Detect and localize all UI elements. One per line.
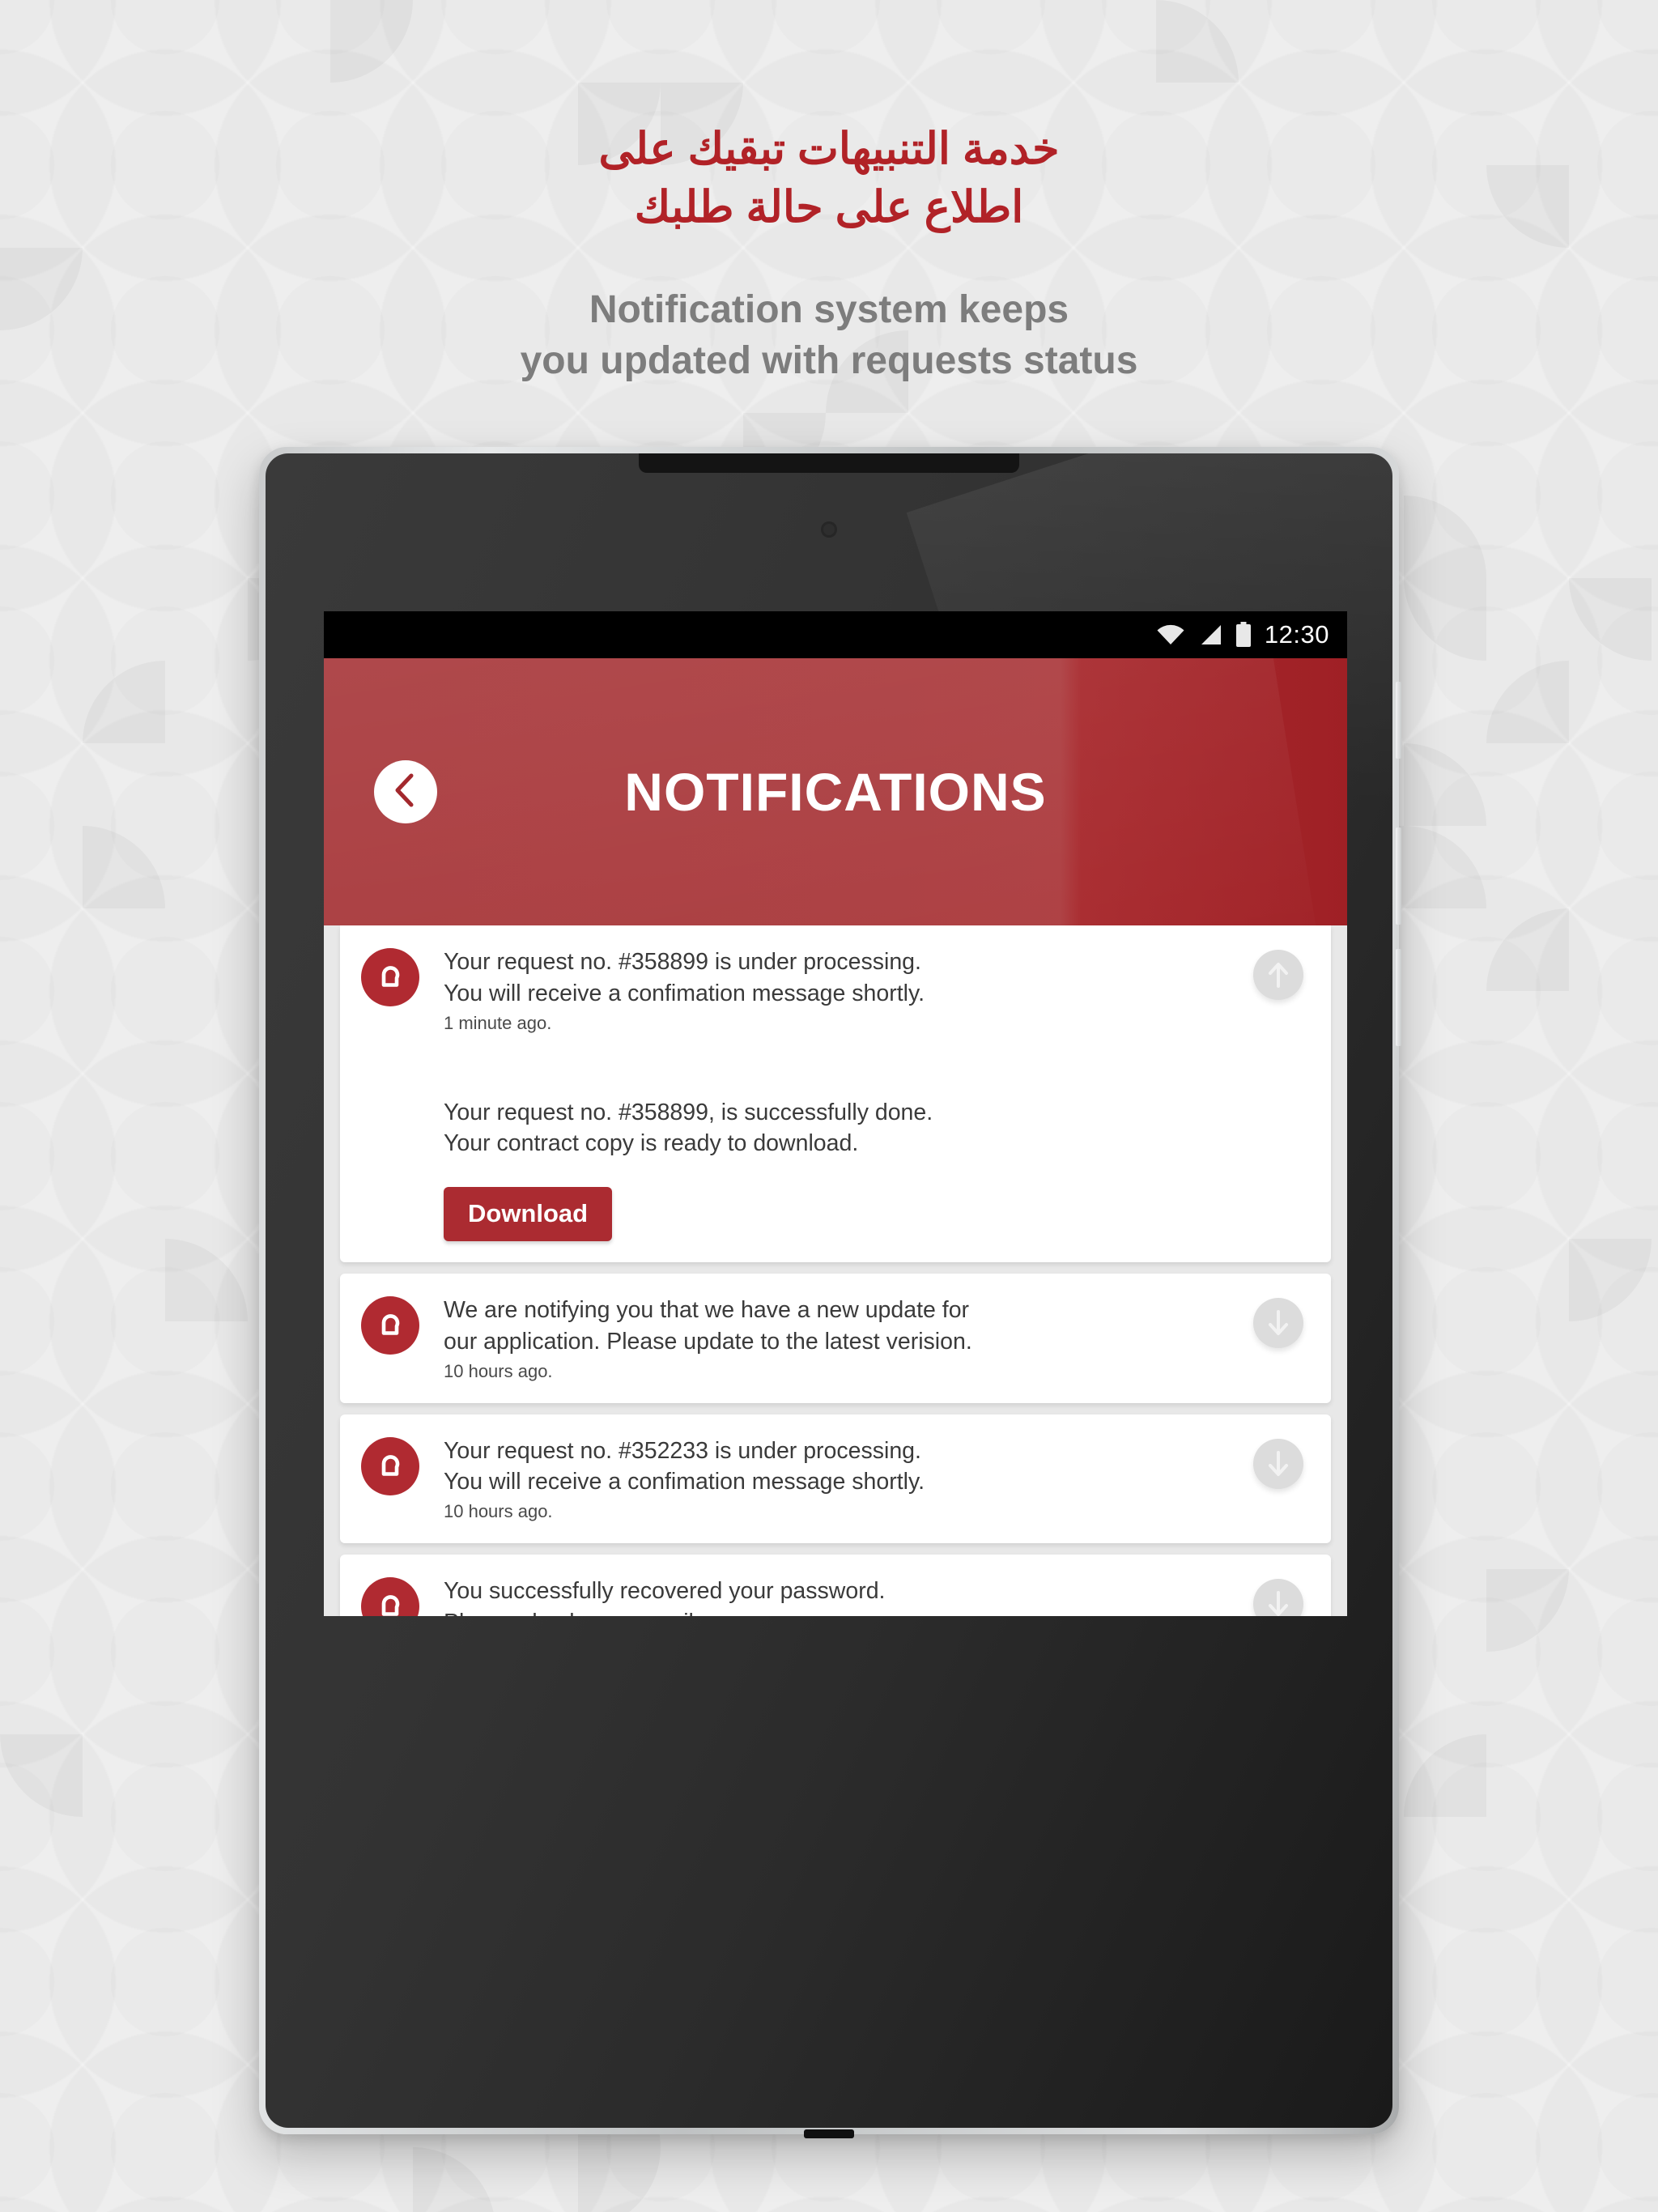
- notification-timestamp: 1 minute ago.: [444, 1012, 552, 1033]
- notification-card[interactable]: Your request no. #358899 is under proces…: [340, 925, 1331, 1262]
- tablet-device-mockup: 12:30 NOTIFICATIONS Your request no. #35…: [259, 447, 1401, 2138]
- notification-message-line: Your request no. #358899 is under proces…: [444, 949, 921, 975]
- notification-timestamp: 10 hours ago.: [444, 1501, 553, 1521]
- battery-icon: [1235, 622, 1252, 648]
- notification-message-line: our application. Please update to the la…: [444, 1328, 972, 1355]
- notification-body: Your request no. #358899 is under proces…: [444, 946, 1312, 1241]
- notification-body: Your request no. #352233 is under proces…: [444, 1436, 1312, 1523]
- background-accent-blob: [1569, 1239, 1652, 1321]
- background-accent-blob: [1486, 1569, 1569, 1652]
- app-header-bar: NOTIFICATIONS: [324, 658, 1347, 925]
- notification-message-line: Your request no. #352233 is under proces…: [444, 1437, 921, 1464]
- app-logo-icon: [361, 1436, 419, 1495]
- page-title: NOTIFICATIONS: [624, 762, 1047, 822]
- front-camera-icon: [821, 521, 837, 538]
- background-accent-blob: [1569, 578, 1652, 661]
- background-accent-blob: [1404, 743, 1486, 826]
- notification-detail-line: Your request no. #358899, is successfull…: [444, 1099, 933, 1125]
- promo-title-arabic-line1: خدمة التنبيهات تبقيك على: [598, 125, 1060, 173]
- background-accent-blob: [1404, 826, 1486, 908]
- background-accent-blob: [1486, 661, 1569, 743]
- notification-body: We are notifying you that we have a new …: [444, 1295, 1312, 1382]
- app-logo-icon: [361, 1296, 419, 1355]
- background-accent-blob: [1404, 1734, 1486, 1817]
- power-button[interactable]: [1396, 682, 1401, 759]
- download-button[interactable]: Download: [444, 1187, 613, 1241]
- tablet-bezel: 12:30 NOTIFICATIONS Your request no. #35…: [266, 453, 1392, 2128]
- volume-down-button[interactable]: [1396, 949, 1401, 1046]
- notification-card[interactable]: We are notifying you that we have a new …: [340, 1274, 1331, 1403]
- wifi-icon: [1156, 623, 1185, 646]
- background-accent-blob: [413, 2147, 495, 2212]
- arrow-up-icon[interactable]: [1253, 950, 1303, 1000]
- volume-up-button[interactable]: [1396, 827, 1401, 925]
- notification-message-line: You successfully recovered your password…: [444, 1578, 886, 1604]
- background-accent-blob: [83, 661, 165, 743]
- notification-expanded-detail: Your request no. #358899, is successfull…: [444, 1097, 1279, 1241]
- charging-port: [804, 2129, 854, 2138]
- arrow-down-icon[interactable]: [1253, 1298, 1303, 1348]
- notification-card[interactable]: You successfully recovered your password…: [340, 1555, 1331, 1616]
- app-logo-icon: [361, 948, 419, 1006]
- promo-title-arabic: خدمة التنبيهات تبقيك على اطلاع على حالة …: [0, 120, 1658, 237]
- status-bar-clock: 12:30: [1264, 620, 1329, 649]
- notification-message-line: You will receive a confimation message s…: [444, 1469, 925, 1495]
- promo-title-arabic-line2: اطلاع على حالة طلبك: [634, 183, 1024, 232]
- notification-message-line: Please check your email.: [444, 1607, 1279, 1616]
- background-accent-blob: [1404, 496, 1486, 578]
- notification-timestamp: 10 hours ago.: [444, 1360, 553, 1381]
- cellular-signal-icon: [1198, 623, 1222, 646]
- background-accent-blob: [578, 2147, 661, 2212]
- notification-body: You successfully recovered your password…: [444, 1576, 1312, 1616]
- arrow-down-icon[interactable]: [1253, 1438, 1303, 1489]
- promo-headline: خدمة التنبيهات تبقيك على اطلاع على حالة …: [0, 0, 1658, 386]
- promo-title-english-line1: Notification system keeps: [589, 287, 1069, 331]
- notification-card[interactable]: Your request no. #352233 is under proces…: [340, 1414, 1331, 1543]
- tablet-screen: 12:30 NOTIFICATIONS Your request no. #35…: [324, 611, 1347, 1616]
- android-status-bar: 12:30: [324, 611, 1347, 658]
- background-accent-blob: [83, 826, 165, 908]
- promo-title-english: Notification system keeps you updated wi…: [0, 284, 1658, 387]
- background-accent-blob: [0, 1734, 83, 1817]
- background-accent-blob: [1486, 908, 1569, 991]
- promo-title-english-line2: you updated with requests status: [520, 339, 1138, 383]
- app-logo-icon: [361, 1577, 419, 1616]
- background-accent-blob: [165, 1239, 248, 1321]
- notification-message-line: You will receive a confimation message s…: [444, 980, 925, 1006]
- notification-detail-line: Your contract copy is ready to download.: [444, 1130, 859, 1157]
- speaker-grille: [639, 453, 1019, 473]
- background-accent-blob: [1404, 578, 1486, 661]
- notification-list[interactable]: Your request no. #358899 is under proces…: [324, 925, 1347, 1616]
- notification-message-line: We are notifying you that we have a new …: [444, 1297, 970, 1323]
